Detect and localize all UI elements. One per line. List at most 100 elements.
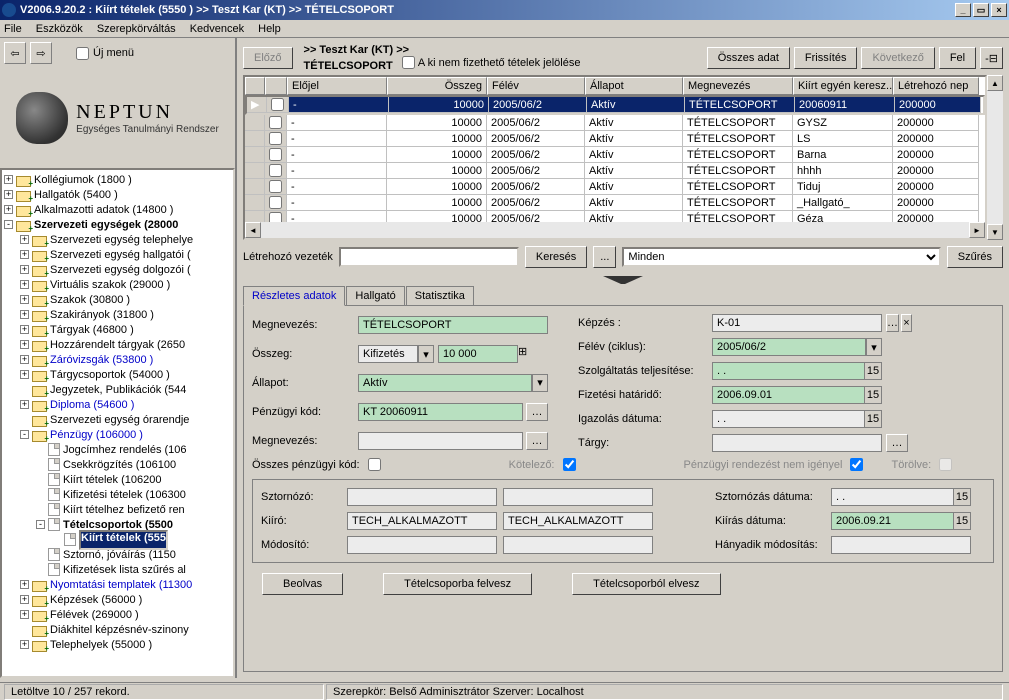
tree-node[interactable]: +Hallgatók (5400 ) (2, 187, 233, 202)
tree-node[interactable]: +Szervezeti egység hallgatói ( (2, 247, 233, 262)
grid-header[interactable]: Megnevezés (683, 77, 793, 95)
pin-button[interactable]: -⊟ (980, 47, 1003, 69)
osszeg-type-select[interactable]: Kifizetés (358, 345, 418, 363)
tree-node[interactable]: +Szervezeti egység telephelye (2, 232, 233, 247)
tree-node[interactable]: +Szervezeti egység dolgozói ( (2, 262, 233, 277)
calendar-icon[interactable]: 15 (864, 362, 882, 380)
dropdown-icon[interactable]: ▾ (418, 345, 434, 363)
vscroll-down[interactable]: ▼ (987, 224, 1003, 240)
table-row[interactable]: -100002005/06/2AktívTÉTELCSOPORTGYSZ2000… (245, 115, 985, 131)
tree-node[interactable]: Kiírt tételek (106200 (2, 472, 233, 487)
tree-node[interactable]: -Szervezeti egységek (28000 (2, 217, 233, 232)
add-to-group-button[interactable]: Tételcsoporba felvesz (383, 573, 532, 595)
filter-apply-button[interactable]: Szűrés (947, 246, 1003, 268)
filter-input[interactable] (339, 247, 519, 267)
grid-header[interactable]: Előjel (287, 77, 387, 95)
tree-node[interactable]: +Tárgycsoportok (54000 ) (2, 367, 233, 382)
tree-node[interactable]: Jegyzetek, Publikációk (544 (2, 382, 233, 397)
felev-select[interactable]: 2005/06/2 (712, 338, 866, 356)
data-grid[interactable]: ElőjelÖsszegFélévÁllapotMegnevezésKiírt … (243, 75, 987, 240)
up-button[interactable]: Fel (939, 47, 976, 69)
osszeg-value[interactable]: 10 000 (438, 345, 518, 363)
targy-browse-button[interactable]: … (886, 434, 908, 452)
grid-header[interactable] (265, 77, 287, 95)
tree-node[interactable]: +Hozzárendelt tárgyak (2650 (2, 337, 233, 352)
tree-node[interactable]: Kiírt tételhez befizető ren (2, 502, 233, 517)
kepzes-clear-button[interactable]: × (901, 314, 912, 332)
tree-node[interactable]: +Telephelyek (55000 ) (2, 637, 233, 652)
new-menu-checkbox[interactable] (76, 47, 89, 60)
filter-dots-button[interactable]: ... (593, 246, 616, 268)
megnevezes2-browse-button[interactable]: … (526, 432, 548, 450)
filter-select[interactable]: Minden (622, 247, 940, 267)
kotelezo-checkbox[interactable] (563, 458, 576, 471)
table-row[interactable]: -100002005/06/2AktívTÉTELCSOPORTTiduj200… (245, 179, 985, 195)
calc-icon[interactable]: ⊞ (518, 345, 527, 363)
menu-fav[interactable]: Kedvencek (190, 23, 244, 35)
grid-header[interactable]: Összeg (387, 77, 487, 95)
read-button[interactable]: Beolvas (262, 573, 343, 595)
table-row[interactable]: -100002005/06/2AktívTÉTELCSOPORTLS200000 (245, 131, 985, 147)
tree-node[interactable]: +Tárgyak (46800 ) (2, 322, 233, 337)
tree-node[interactable]: +Képzések (56000 ) (2, 592, 233, 607)
grid-header[interactable]: Kiírt egyén keresz... (793, 77, 893, 95)
pkod-browse-button[interactable]: … (526, 403, 548, 421)
tree-node[interactable]: Jogcímhez rendelés (106 (2, 442, 233, 457)
tree-node[interactable]: Kifizetési tételek (106300 (2, 487, 233, 502)
tree-node[interactable]: +Félévek (269000 ) (2, 607, 233, 622)
tree-node[interactable]: +Szakirányok (31800 ) (2, 307, 233, 322)
table-row[interactable]: -100002005/06/2AktívTÉTELCSOPORT_Hallgat… (245, 195, 985, 211)
dropdown-icon[interactable]: ▾ (532, 374, 548, 392)
allapot-select[interactable]: Aktív (358, 374, 532, 392)
tree-node[interactable]: Csekkrögzítés (106100 (2, 457, 233, 472)
tree-node[interactable]: +Diploma (54600 ) (2, 397, 233, 412)
tab-stats[interactable]: Statisztika (406, 286, 474, 305)
grid-header[interactable]: Félév (487, 77, 585, 95)
kepzes-browse-button[interactable]: … (886, 314, 899, 332)
splitter-grip-icon[interactable] (603, 276, 643, 284)
grid-header[interactable]: Létrehozó nep (893, 77, 979, 95)
maximize-button[interactable]: ▭ (973, 3, 989, 17)
menu-role[interactable]: Szerepkörváltás (97, 23, 176, 35)
calendar-icon[interactable]: 15 (864, 386, 882, 404)
tab-student[interactable]: Hallgató (346, 286, 404, 305)
hscroll-right[interactable]: ► (969, 222, 985, 238)
prev-button[interactable]: Előző (243, 47, 293, 69)
tree-node[interactable]: Sztornó, jóváírás (1150 (2, 547, 233, 562)
minimize-button[interactable]: _ (955, 3, 971, 17)
osszes-checkbox[interactable] (368, 458, 381, 471)
tree-node[interactable]: +Szakok (30800 ) (2, 292, 233, 307)
hatar-date[interactable]: 2006.09.01 (712, 386, 865, 404)
nopay-checkbox[interactable] (402, 56, 415, 69)
tree-node[interactable]: Kiírt tételek (555 (2, 532, 233, 547)
vscroll-up[interactable]: ▲ (987, 75, 1003, 91)
grid-header[interactable]: Állapot (585, 77, 683, 95)
hscroll-left[interactable]: ◄ (245, 222, 261, 238)
calendar-icon[interactable]: 15 (864, 410, 882, 428)
nav-back-button[interactable]: ⇦ (4, 42, 26, 64)
all-data-button[interactable]: Összes adat (707, 47, 790, 69)
tree-node[interactable]: Szervezeti egység órarendje (2, 412, 233, 427)
remove-from-group-button[interactable]: Tételcsoporból elvesz (572, 573, 720, 595)
dropdown-icon[interactable]: ▾ (866, 338, 882, 356)
nav-fwd-button[interactable]: ⇨ (30, 42, 52, 64)
menu-tools[interactable]: Eszközök (36, 23, 83, 35)
tree-node[interactable]: Diákhitel képzésnév-szinony (2, 622, 233, 637)
grid-header[interactable] (245, 77, 265, 95)
tree-node[interactable]: +Nyomtatási templatek (11300 (2, 577, 233, 592)
tree-node[interactable]: +Virtuális szakok (29000 ) (2, 277, 233, 292)
tree-node[interactable]: +Záróvizsgák (53800 ) (2, 352, 233, 367)
nav-tree[interactable]: +Kollégiumok (1800 )+Hallgatók (5400 )+A… (0, 168, 235, 678)
menu-file[interactable]: File (4, 23, 22, 35)
next-button[interactable]: Következő (861, 47, 934, 69)
search-button[interactable]: Keresés (525, 246, 587, 268)
tab-details[interactable]: Részletes adatok (243, 286, 345, 306)
table-row[interactable]: -100002005/06/2AktívTÉTELCSOPORThhhh2000… (245, 163, 985, 179)
prni-checkbox[interactable] (850, 458, 863, 471)
menu-help[interactable]: Help (258, 23, 281, 35)
tree-node[interactable]: -Pénzügy (106000 ) (2, 427, 233, 442)
table-row[interactable]: -100002005/06/2AktívTÉTELCSOPORTGéza2000… (245, 211, 985, 222)
tree-node[interactable]: +Kollégiumok (1800 ) (2, 172, 233, 187)
close-button[interactable]: × (991, 3, 1007, 17)
tree-node[interactable]: Kifizetések lista szűrés al (2, 562, 233, 577)
